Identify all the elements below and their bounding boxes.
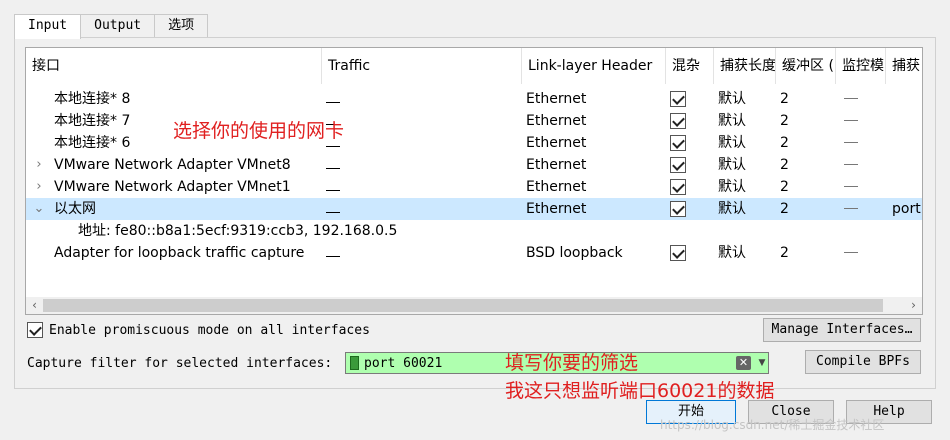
chevron-down-icon[interactable]: ▼ xyxy=(756,353,768,373)
traffic-sparkline xyxy=(326,146,340,147)
promiscuous-checkbox[interactable] xyxy=(670,91,686,107)
table-row[interactable]: 本地连接* 7 Ethernet 默认 2 xyxy=(26,110,922,132)
promiscuous-checkbox[interactable] xyxy=(670,157,686,173)
monitor-mode-dash xyxy=(844,164,858,165)
link-layer-value: Ethernet xyxy=(526,91,587,107)
buffer-value: 2 xyxy=(780,135,789,151)
promiscuous-mode-checkbox[interactable] xyxy=(27,322,43,338)
interface-name: 以太网 xyxy=(54,201,96,217)
monitor-mode-dash xyxy=(844,120,858,121)
scroll-left-icon[interactable]: ‹ xyxy=(26,297,43,314)
interface-name: Adapter for loopback traffic capture xyxy=(54,245,305,261)
link-layer-value: Ethernet xyxy=(526,135,587,151)
scroll-right-icon[interactable]: › xyxy=(905,297,922,314)
buffer-value: 2 xyxy=(780,201,789,217)
link-layer-value: BSD loopback xyxy=(526,245,623,261)
monitor-mode-dash xyxy=(844,142,858,143)
column-buffer[interactable]: 缓冲区 ( xyxy=(776,48,836,84)
interface-address: 地址: fe80::b8a1:5ecf:9319:ccb3, 192.168.0… xyxy=(78,223,398,239)
link-layer-value: Ethernet xyxy=(526,179,587,195)
promiscuous-checkbox[interactable] xyxy=(670,179,686,195)
link-layer-value: Ethernet xyxy=(526,157,587,173)
table-row[interactable]: 本地连接* 6 Ethernet 默认 2 xyxy=(26,132,922,154)
column-traffic[interactable]: Traffic xyxy=(322,48,522,84)
promiscuous-checkbox[interactable] xyxy=(670,113,686,129)
promiscuous-mode-option[interactable]: Enable promiscuous mode on all interface… xyxy=(27,320,370,340)
table-row[interactable]: › VMware Network Adapter VMnet1 Ethernet… xyxy=(26,176,922,198)
snaplen-value: 默认 xyxy=(718,135,746,151)
input-panel: 接口 Traffic Link-layer Header 混杂 捕获长度 缓冲区… xyxy=(14,37,936,389)
buffer-value: 2 xyxy=(780,245,789,261)
capture-filter-value: port xyxy=(892,201,921,217)
traffic-sparkline xyxy=(326,190,340,191)
table-row-selected[interactable]: ⌄ 以太网 Ethernet 默认 2 port xyxy=(26,198,922,220)
monitor-mode-dash xyxy=(844,252,858,253)
table-row[interactable]: › VMware Network Adapter VMnet8 Ethernet… xyxy=(26,154,922,176)
snaplen-value: 默认 xyxy=(718,201,746,217)
monitor-mode-dash xyxy=(844,98,858,99)
column-snaplen[interactable]: 捕获长度 xyxy=(714,48,776,84)
promiscuous-checkbox[interactable] xyxy=(670,201,686,217)
tab-input[interactable]: Input xyxy=(14,14,82,39)
buffer-value: 2 xyxy=(780,113,789,129)
address-detail-row: 地址: fe80::b8a1:5ecf:9319:ccb3, 192.168.0… xyxy=(26,220,922,242)
table-row[interactable]: Adapter for loopback traffic capture BSD… xyxy=(26,242,922,264)
buffer-value: 2 xyxy=(780,91,789,107)
bookmark-icon[interactable] xyxy=(350,356,359,370)
buffer-value: 2 xyxy=(780,157,789,173)
interface-name: VMware Network Adapter VMnet8 xyxy=(54,157,291,173)
traffic-sparkline xyxy=(326,102,340,103)
watermark: https://blog.csdn.net/稀土掘金技术社区 xyxy=(660,418,885,432)
traffic-sparkline xyxy=(326,212,340,213)
column-interface[interactable]: 接口 xyxy=(26,48,322,84)
compile-bpfs-button[interactable]: Compile BPFs xyxy=(805,350,921,374)
annotation-select-nic: 选择你的使用的网卡 xyxy=(173,120,345,142)
column-link-layer[interactable]: Link-layer Header xyxy=(522,48,666,84)
manage-interfaces-button[interactable]: Manage Interfaces… xyxy=(763,318,921,342)
tab-options[interactable]: 选项 xyxy=(154,14,209,38)
column-monitor-mode[interactable]: 监控模 xyxy=(836,48,886,84)
chevron-right-icon[interactable]: › xyxy=(32,176,46,198)
traffic-sparkline xyxy=(326,256,340,257)
promiscuous-checkbox[interactable] xyxy=(670,245,686,261)
scrollbar-thumb[interactable] xyxy=(43,299,883,312)
snaplen-value: 默认 xyxy=(718,157,746,173)
snaplen-value: 默认 xyxy=(718,91,746,107)
annotation-port-note: 我这只想监听端口60021的数据 xyxy=(505,380,775,402)
table-header: 接口 Traffic Link-layer Header 混杂 捕获长度 缓冲区… xyxy=(26,48,922,84)
link-layer-value: Ethernet xyxy=(526,113,587,129)
interface-name: 本地连接* 8 xyxy=(54,91,131,107)
capture-filter-label: Capture filter for selected interfaces: xyxy=(27,356,333,371)
chevron-right-icon[interactable]: › xyxy=(32,154,46,176)
snaplen-value: 默认 xyxy=(718,245,746,261)
promiscuous-checkbox[interactable] xyxy=(670,135,686,151)
horizontal-scrollbar[interactable]: ‹ › xyxy=(26,297,922,314)
column-capture-filter[interactable]: 捕获 xyxy=(886,48,922,84)
annotation-fill-filter: 填写你要的筛选 xyxy=(505,352,639,374)
interface-table: 接口 Traffic Link-layer Header 混杂 捕获长度 缓冲区… xyxy=(25,47,923,315)
snaplen-value: 默认 xyxy=(718,179,746,195)
monitor-mode-dash xyxy=(844,186,858,187)
buffer-value: 2 xyxy=(780,179,789,195)
tab-bar: Input Output 选项 xyxy=(14,14,209,39)
monitor-mode-dash xyxy=(844,208,858,209)
tab-output[interactable]: Output xyxy=(80,14,156,38)
column-promiscuous[interactable]: 混杂 xyxy=(666,48,714,84)
link-layer-value: Ethernet xyxy=(526,201,587,217)
interface-name: VMware Network Adapter VMnet1 xyxy=(54,179,291,195)
clear-icon[interactable]: ✕ xyxy=(736,356,751,370)
traffic-sparkline xyxy=(326,168,340,169)
chevron-down-icon[interactable]: ⌄ xyxy=(32,198,46,220)
table-row[interactable]: 本地连接* 8 Ethernet 默认 2 xyxy=(26,88,922,110)
snaplen-value: 默认 xyxy=(718,113,746,129)
promiscuous-mode-label: Enable promiscuous mode on all interface… xyxy=(49,322,370,338)
